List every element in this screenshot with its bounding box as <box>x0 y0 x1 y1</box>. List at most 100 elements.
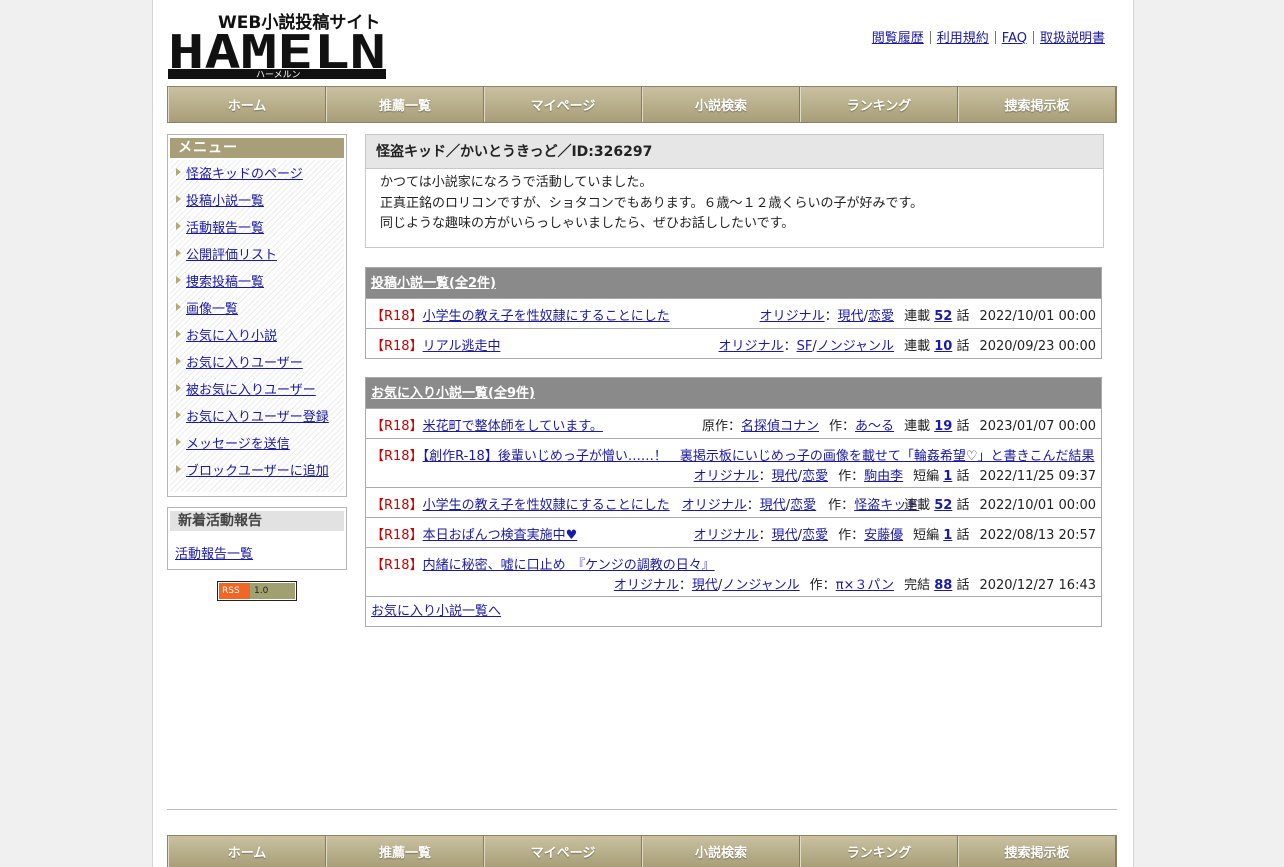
nav-board[interactable]: 捜索掲示板 <box>958 87 1116 122</box>
episode-count-link[interactable]: 88 <box>934 578 952 593</box>
genre-link[interactable]: 恋愛 <box>868 309 894 324</box>
arrow-icon <box>176 276 181 284</box>
genre-link[interactable]: 恋愛 <box>790 498 816 513</box>
origin-link[interactable]: 名探偵コナン <box>741 419 819 434</box>
status: 連載 <box>904 419 931 434</box>
origin-link[interactable]: オリジナル <box>760 309 825 324</box>
nav-board[interactable]: 捜索掲示板 <box>958 836 1116 867</box>
episode-unit: 話 <box>956 309 970 324</box>
divider <box>167 809 1117 810</box>
menu-link-add-fav-user[interactable]: お気に入りユーザー登録 <box>186 410 329 425</box>
genre-link[interactable]: 現代 <box>772 469 798 484</box>
profile-description: かつては小説家になろうで活動していました。 正真正銘のロリコンですが、ショタコン… <box>366 169 1103 235</box>
author-link[interactable]: あ～る <box>855 419 894 434</box>
genre-link[interactable]: ノンジャンル <box>817 339 894 354</box>
novel-title-link[interactable]: 【創作R-18】後輩いじめっ子が憎い……！ 裏掲示板にいじめっ子の画像を載せて「… <box>423 449 1095 464</box>
origin-link[interactable]: オリジナル <box>719 339 784 354</box>
genre-link[interactable]: 恋愛 <box>802 469 828 484</box>
episode-count-link[interactable]: 1 <box>943 528 952 543</box>
menu-item: メッセージを送信 <box>170 430 344 457</box>
menu-link-search-posts[interactable]: 捜索投稿一覧 <box>186 275 264 290</box>
episode-count-link[interactable]: 52 <box>934 498 952 513</box>
arrow-icon <box>176 438 181 446</box>
nav-recommend[interactable]: 推薦一覧 <box>326 87 484 122</box>
origin-link[interactable]: オリジナル <box>614 578 679 593</box>
profile-line: かつては小説家になろうで活動していました。 <box>380 175 653 190</box>
r18-badge: 【R18】 <box>371 558 423 573</box>
status: 連載 <box>904 339 931 354</box>
manual-link[interactable]: 取扱説明書 <box>1040 31 1105 46</box>
novel-title-link[interactable]: リアル逃走中 <box>423 339 501 354</box>
novel-title-link[interactable]: 米花町で整体師をしています。 <box>423 419 603 434</box>
novel-title-link[interactable]: 本日おぱんつ検査実施中♥ <box>423 528 578 543</box>
episode-unit: 話 <box>956 528 970 543</box>
status: 連載 <box>904 309 931 324</box>
nav-mypage[interactable]: マイページ <box>484 87 642 122</box>
episode-count-link[interactable]: 1 <box>943 469 952 484</box>
updated-date: 2022/10/01 00:00 <box>979 309 1096 324</box>
updated-date: 2022/10/01 00:00 <box>979 498 1096 513</box>
menu-link-block-user[interactable]: ブロックユーザーに追加 <box>186 464 329 479</box>
menu-link-fav-users[interactable]: お気に入りユーザー <box>186 356 303 371</box>
menu-link-ratings[interactable]: 公開評価リスト <box>186 248 277 263</box>
novel-title-link[interactable]: 小学生の教え子を性奴隷にすることにした <box>423 498 670 513</box>
nav-home[interactable]: ホーム <box>168 87 326 122</box>
posted-novels-header-link[interactable]: 投稿小説一覧(全2件) <box>371 276 496 291</box>
news-reports-link[interactable]: 活動報告一覧 <box>175 543 253 562</box>
terms-link[interactable]: 利用規約 <box>937 31 989 46</box>
r18-badge: 【R18】 <box>371 309 423 324</box>
updated-date: 2020/09/23 00:00 <box>979 339 1096 354</box>
faq-link[interactable]: FAQ <box>1002 31 1027 46</box>
rss-badge[interactable]: RSS 1.0 <box>217 581 297 601</box>
episode-unit: 話 <box>956 469 970 484</box>
hameln-logo[interactable]: WEB小説投稿サイト HAMELN ハーメルン <box>168 10 388 80</box>
episode-count-link[interactable]: 10 <box>934 339 952 354</box>
updated-date: 2022/11/25 09:37 <box>979 469 1096 484</box>
origin-link[interactable]: オリジナル <box>682 498 747 513</box>
nav-recommend[interactable]: 推薦一覧 <box>326 836 484 867</box>
genre-link[interactable]: 現代 <box>772 528 798 543</box>
menu-link-favorited-by[interactable]: 被お気に入りユーザー <box>186 383 316 398</box>
author-link[interactable]: π×３パン <box>836 578 894 593</box>
genre-link[interactable]: 恋愛 <box>802 528 828 543</box>
episode-count-link[interactable]: 52 <box>934 309 952 324</box>
nav-mypage[interactable]: マイページ <box>484 836 642 867</box>
table-row: 【R18】リアル逃走中 オリジナル：SF/ノンジャンル 連載 10 話 2020/0… <box>366 329 1101 359</box>
nav-ranking[interactable]: ランキング <box>800 836 958 867</box>
author-link[interactable]: 安藤優 <box>864 528 903 543</box>
origin-link[interactable]: オリジナル <box>694 469 759 484</box>
menu-item: お気に入りユーザー <box>170 349 344 376</box>
author-link[interactable]: 駒由李 <box>864 469 903 484</box>
nav-search[interactable]: 小説検索 <box>642 836 800 867</box>
favorite-novels-header-link[interactable]: お気に入り小説一覧(全9件) <box>371 386 535 401</box>
menu-item: 画像一覧 <box>170 295 344 322</box>
arrow-icon <box>176 384 181 392</box>
origin-link[interactable]: オリジナル <box>694 528 759 543</box>
genre-link[interactable]: ノンジャンル <box>722 578 799 593</box>
menu-link-send-message[interactable]: メッセージを送信 <box>186 437 290 452</box>
menu-link-novels[interactable]: 投稿小説一覧 <box>186 194 264 209</box>
genre-link[interactable]: 現代 <box>760 498 786 513</box>
rss-icon: RSS <box>219 583 250 599</box>
profile-box: 怪盗キッド／かいとうきっど／ID:326297 かつては小説家になろうで活動して… <box>365 134 1104 248</box>
table-row: 【R18】小学生の教え子を性奴隷にすることにした オリジナル：現代/恋愛 連載 5… <box>366 299 1101 329</box>
table-row: 【R18】米花町で整体師をしています。 原作：名探偵コナン 作：あ～る 連載 19 … <box>366 409 1101 439</box>
nav-search[interactable]: 小説検索 <box>642 87 800 122</box>
favorite-novels-more-link[interactable]: お気に入り小説一覧へ <box>371 604 501 619</box>
nav-home[interactable]: ホーム <box>168 836 326 867</box>
genre-link[interactable]: SF <box>797 339 813 354</box>
author-label: 作： <box>829 419 856 434</box>
updated-date: 2020/12/27 16:43 <box>979 578 1096 593</box>
menu-link-reports[interactable]: 活動報告一覧 <box>186 221 264 236</box>
novel-title-link[interactable]: 内緒に秘密、嘘に口止め 『ケンジの調教の日々』 <box>423 558 715 573</box>
menu-link-fav-novels[interactable]: お気に入り小説 <box>186 329 277 344</box>
menu-link-images[interactable]: 画像一覧 <box>186 302 238 317</box>
genre-link[interactable]: 現代 <box>838 309 864 324</box>
nav-ranking[interactable]: ランキング <box>800 87 958 122</box>
profile-line: 同じような趣味の方がいらっしゃいましたら、ぜひお話ししたいです。 <box>380 216 795 231</box>
menu-link-user-page[interactable]: 怪盗キッドのページ <box>186 167 303 182</box>
episode-count-link[interactable]: 19 <box>934 419 952 434</box>
genre-link[interactable]: 現代 <box>692 578 718 593</box>
novel-title-link[interactable]: 小学生の教え子を性奴隷にすることにした <box>423 309 670 324</box>
history-link[interactable]: 閲覧履歴 <box>872 31 924 46</box>
